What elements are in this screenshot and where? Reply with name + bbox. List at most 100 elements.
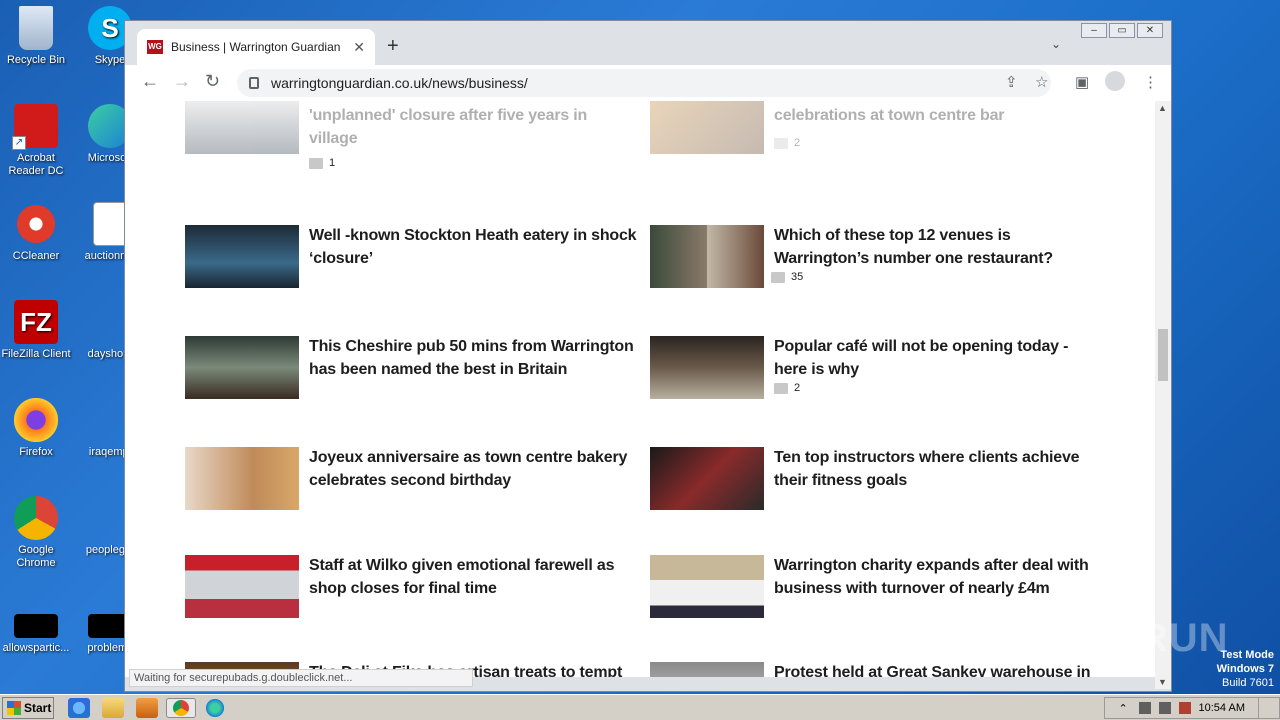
article-card[interactable]: Warrington charity expands after deal wi… <box>650 555 1100 635</box>
comment-icon <box>771 271 785 283</box>
article-headline[interactable]: Which of these top 12 venues is Warringt… <box>774 225 1104 270</box>
article-thumbnail <box>185 101 299 154</box>
browser-tab[interactable]: WG Business | Warrington Guardian ✕ <box>137 29 375 65</box>
article-headline[interactable]: Protest held at Great Sankey warehouse i… <box>774 662 1104 677</box>
start-button[interactable]: Start <box>2 697 54 719</box>
comment-count[interactable]: 35 <box>771 271 803 283</box>
scroll-down-icon[interactable]: ▼ <box>1158 677 1167 687</box>
desktop-icon-firefox[interactable]: Firefox <box>0 398 72 459</box>
url-text: warringtonguardian.co.uk/news/business/ <box>271 75 528 91</box>
media-player-taskbar-icon[interactable] <box>136 698 158 718</box>
new-tab-icon[interactable]: + <box>387 35 399 58</box>
article-card[interactable]: Staff at Wilko given emotional farewell … <box>185 555 635 635</box>
article-card[interactable]: This Cheshire pub 50 mins from Warringto… <box>185 336 635 416</box>
test-mode-line: Windows 7 <box>1216 663 1274 675</box>
tab-title: Business | Warrington Guardian <box>171 40 341 54</box>
page-content: 'unplanned' closure after five years in … <box>125 101 1156 677</box>
article-headline[interactable]: Joyeux anniversaire as town centre baker… <box>309 447 639 492</box>
article-card[interactable]: Protest held at Great Sankey warehouse i… <box>650 662 1100 677</box>
comment-count-value: 2 <box>794 137 801 149</box>
article-thumbnail <box>185 447 299 510</box>
comment-icon <box>774 137 788 149</box>
article-headline[interactable]: Warrington charity expands after deal wi… <box>774 555 1104 600</box>
back-arrow-icon[interactable]: ← <box>141 71 159 92</box>
article-headline[interactable]: Ten top instructors where clients achiev… <box>774 447 1104 492</box>
scroll-up-icon[interactable]: ▲ <box>1158 103 1167 113</box>
ie-taskbar-icon[interactable] <box>68 698 90 718</box>
share-icon[interactable]: ⇪ <box>1005 73 1018 91</box>
word-document-icon <box>93 202 127 246</box>
desktop-icon-acrobat[interactable]: ↗ Acrobat Reader DC <box>0 104 72 178</box>
article-card[interactable]: Ten top instructors where clients achiev… <box>650 447 1100 527</box>
forward-arrow-icon[interactable]: → <box>173 71 191 92</box>
clock[interactable]: 10:54 AM <box>1199 702 1245 714</box>
article-headline[interactable]: 'unplanned' closure after five years in … <box>309 105 639 150</box>
window-controls: – ▭ ✕ <box>1081 23 1163 38</box>
article-headline[interactable]: Well -known Stockton Heath eatery in sho… <box>309 225 639 270</box>
desktop-icon-filezilla[interactable]: FZ FileZilla Client <box>0 300 72 361</box>
start-label: Start <box>24 701 52 715</box>
windows-flag-icon <box>7 701 21 715</box>
tab-close-icon[interactable]: ✕ <box>353 39 365 56</box>
article-thumbnail <box>650 101 764 154</box>
article-card[interactable]: Popular café will not be opening today -… <box>650 336 1100 416</box>
firefox-icon <box>14 398 58 442</box>
article-thumbnail <box>185 336 299 399</box>
desktop-icon-label: allowspartic... <box>2 642 70 654</box>
system-tray: ⌃ 10:54 AM <box>1104 697 1280 719</box>
article-headline[interactable]: This Cheshire pub 50 mins from Warringto… <box>309 336 639 381</box>
desktop-icon-recycle-bin[interactable]: Recycle Bin <box>0 6 72 67</box>
tray-expand-icon[interactable]: ⌃ <box>1119 702 1131 715</box>
ccleaner-icon <box>14 202 58 246</box>
minimize-button[interactable]: – <box>1081 23 1107 38</box>
profile-avatar-icon[interactable] <box>1105 71 1125 91</box>
maximize-button[interactable]: ▭ <box>1109 23 1135 38</box>
desktop-icon-allowspartic[interactable]: allowspartic... <box>0 614 72 655</box>
article-card[interactable]: Joyeux anniversaire as town centre baker… <box>185 447 635 527</box>
article-thumbnail <box>650 662 764 677</box>
comment-icon <box>309 157 323 169</box>
article-card[interactable]: Which of these top 12 venues is Warringt… <box>650 225 1100 305</box>
desktop-icon-label: FileZilla Client <box>1 348 71 360</box>
article-headline[interactable]: Staff at Wilko given emotional farewell … <box>309 555 639 600</box>
comment-count[interactable]: 1 <box>309 157 335 169</box>
browser-toolbar: ← → ↻ warringtonguardian.co.uk/news/busi… <box>125 65 1171 101</box>
close-window-button[interactable]: ✕ <box>1137 23 1163 38</box>
anyrun-watermark: ANY RUN <box>1040 616 1229 660</box>
desktop-icon-label: Firefox <box>19 446 53 458</box>
action-center-icon[interactable] <box>1178 702 1191 714</box>
status-bar: Waiting for securepubads.g.doubleclick.n… <box>129 669 473 687</box>
page-scrollbar[interactable]: ▲ ▼ <box>1155 101 1171 689</box>
bookmark-star-icon[interactable]: ☆ <box>1035 73 1048 91</box>
test-mode-line: Test Mode <box>1220 649 1274 661</box>
article-thumbnail <box>650 225 764 288</box>
article-thumbnail <box>650 336 764 399</box>
volume-icon[interactable] <box>1138 702 1151 714</box>
browser-window: – ▭ ✕ WG Business | Warrington Guardian … <box>124 20 1172 692</box>
chrome-taskbar-button[interactable] <box>166 698 196 718</box>
desktop-icon-ccleaner[interactable]: CCleaner <box>0 202 72 263</box>
reload-icon[interactable]: ↻ <box>205 71 220 92</box>
chrome-icon <box>14 496 58 540</box>
desktop-icon-label: Acrobat Reader DC <box>8 152 64 177</box>
menu-kebab-icon[interactable]: ⋮ <box>1143 73 1158 91</box>
article-thumbnail <box>650 447 764 510</box>
desktop-icon-label: Skype <box>94 54 126 66</box>
desktop-icon-chrome[interactable]: Google Chrome <box>0 496 72 570</box>
article-card[interactable]: Well -known Stockton Heath eatery in sho… <box>185 225 637 305</box>
black-file-icon <box>14 614 58 638</box>
side-panel-icon[interactable]: ▣ <box>1075 73 1089 91</box>
show-desktop-button[interactable] <box>1258 697 1278 719</box>
comment-count[interactable]: 2 <box>774 382 800 394</box>
scrollbar-thumb[interactable] <box>1158 329 1168 381</box>
article-headline[interactable]: Popular café will not be opening today -… <box>774 336 1104 381</box>
comment-count[interactable]: 2 <box>774 137 800 149</box>
edge-taskbar-icon[interactable] <box>204 698 226 718</box>
tab-search-chevron-icon[interactable]: ⌄ <box>1051 37 1061 51</box>
address-bar[interactable]: warringtonguardian.co.uk/news/business/ <box>237 69 1051 97</box>
explorer-taskbar-icon[interactable] <box>102 698 124 718</box>
article-headline[interactable]: celebrations at town centre bar <box>774 105 1104 128</box>
article-card[interactable]: celebrations at town centre bar 2 <box>650 101 1100 171</box>
article-thumbnail <box>185 225 299 288</box>
network-icon[interactable] <box>1158 702 1171 714</box>
